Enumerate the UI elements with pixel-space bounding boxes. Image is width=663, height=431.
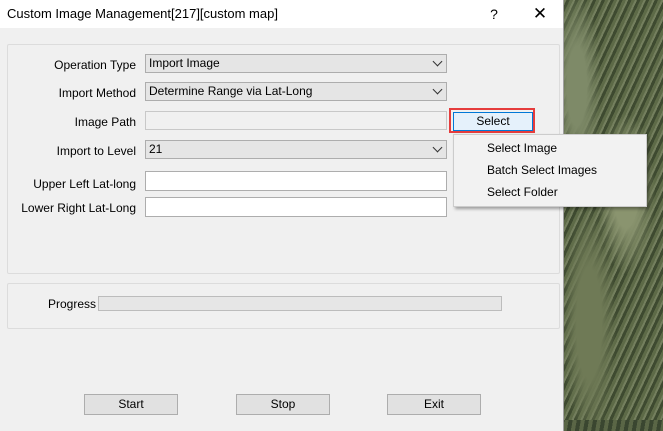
import-level-label: Import to Level xyxy=(56,144,136,158)
image-path-field[interactable] xyxy=(145,111,447,130)
menu-item-select-folder[interactable]: Select Folder xyxy=(487,185,558,199)
chevron-down-icon xyxy=(432,84,443,95)
chevron-down-icon xyxy=(432,142,443,153)
upper-left-label: Upper Left Lat-long xyxy=(33,177,136,191)
custom-image-dialog: Custom Image Management[217][custom map]… xyxy=(0,0,564,431)
exit-button[interactable]: Exit xyxy=(387,394,481,415)
import-method-value: Determine Range via Lat-Long xyxy=(149,84,313,98)
start-button[interactable]: Start xyxy=(84,394,178,415)
lower-right-label: Lower Right Lat-Long xyxy=(21,201,136,215)
chevron-down-icon xyxy=(432,56,443,67)
operation-type-select[interactable]: Import Image xyxy=(145,54,447,73)
import-level-value: 21 xyxy=(149,142,163,156)
window-title: Custom Image Management[217][custom map] xyxy=(7,6,278,21)
import-level-select[interactable]: 21 xyxy=(145,140,447,159)
operation-type-label: Operation Type xyxy=(54,58,136,72)
import-method-label: Import Method xyxy=(58,86,136,100)
progress-bar xyxy=(98,296,502,311)
help-button[interactable]: ? xyxy=(482,4,506,24)
select-button[interactable]: Select xyxy=(453,112,533,131)
menu-item-select-image[interactable]: Select Image xyxy=(487,141,557,155)
stop-button[interactable]: Stop xyxy=(236,394,330,415)
operation-type-value: Import Image xyxy=(149,56,220,70)
close-button[interactable]: ✕ xyxy=(528,4,552,24)
select-button-highlight: Select xyxy=(449,108,535,133)
select-dropdown-menu: Select Image Batch Select Images Select … xyxy=(453,134,647,207)
menu-item-batch-select-images[interactable]: Batch Select Images xyxy=(487,163,597,177)
title-bar: Custom Image Management[217][custom map]… xyxy=(0,0,563,28)
upper-left-input[interactable] xyxy=(145,171,447,191)
import-method-select[interactable]: Determine Range via Lat-Long xyxy=(145,82,447,101)
progress-label: Progress xyxy=(48,297,97,311)
image-path-label: Image Path xyxy=(74,115,136,129)
lower-right-input[interactable] xyxy=(145,197,447,217)
